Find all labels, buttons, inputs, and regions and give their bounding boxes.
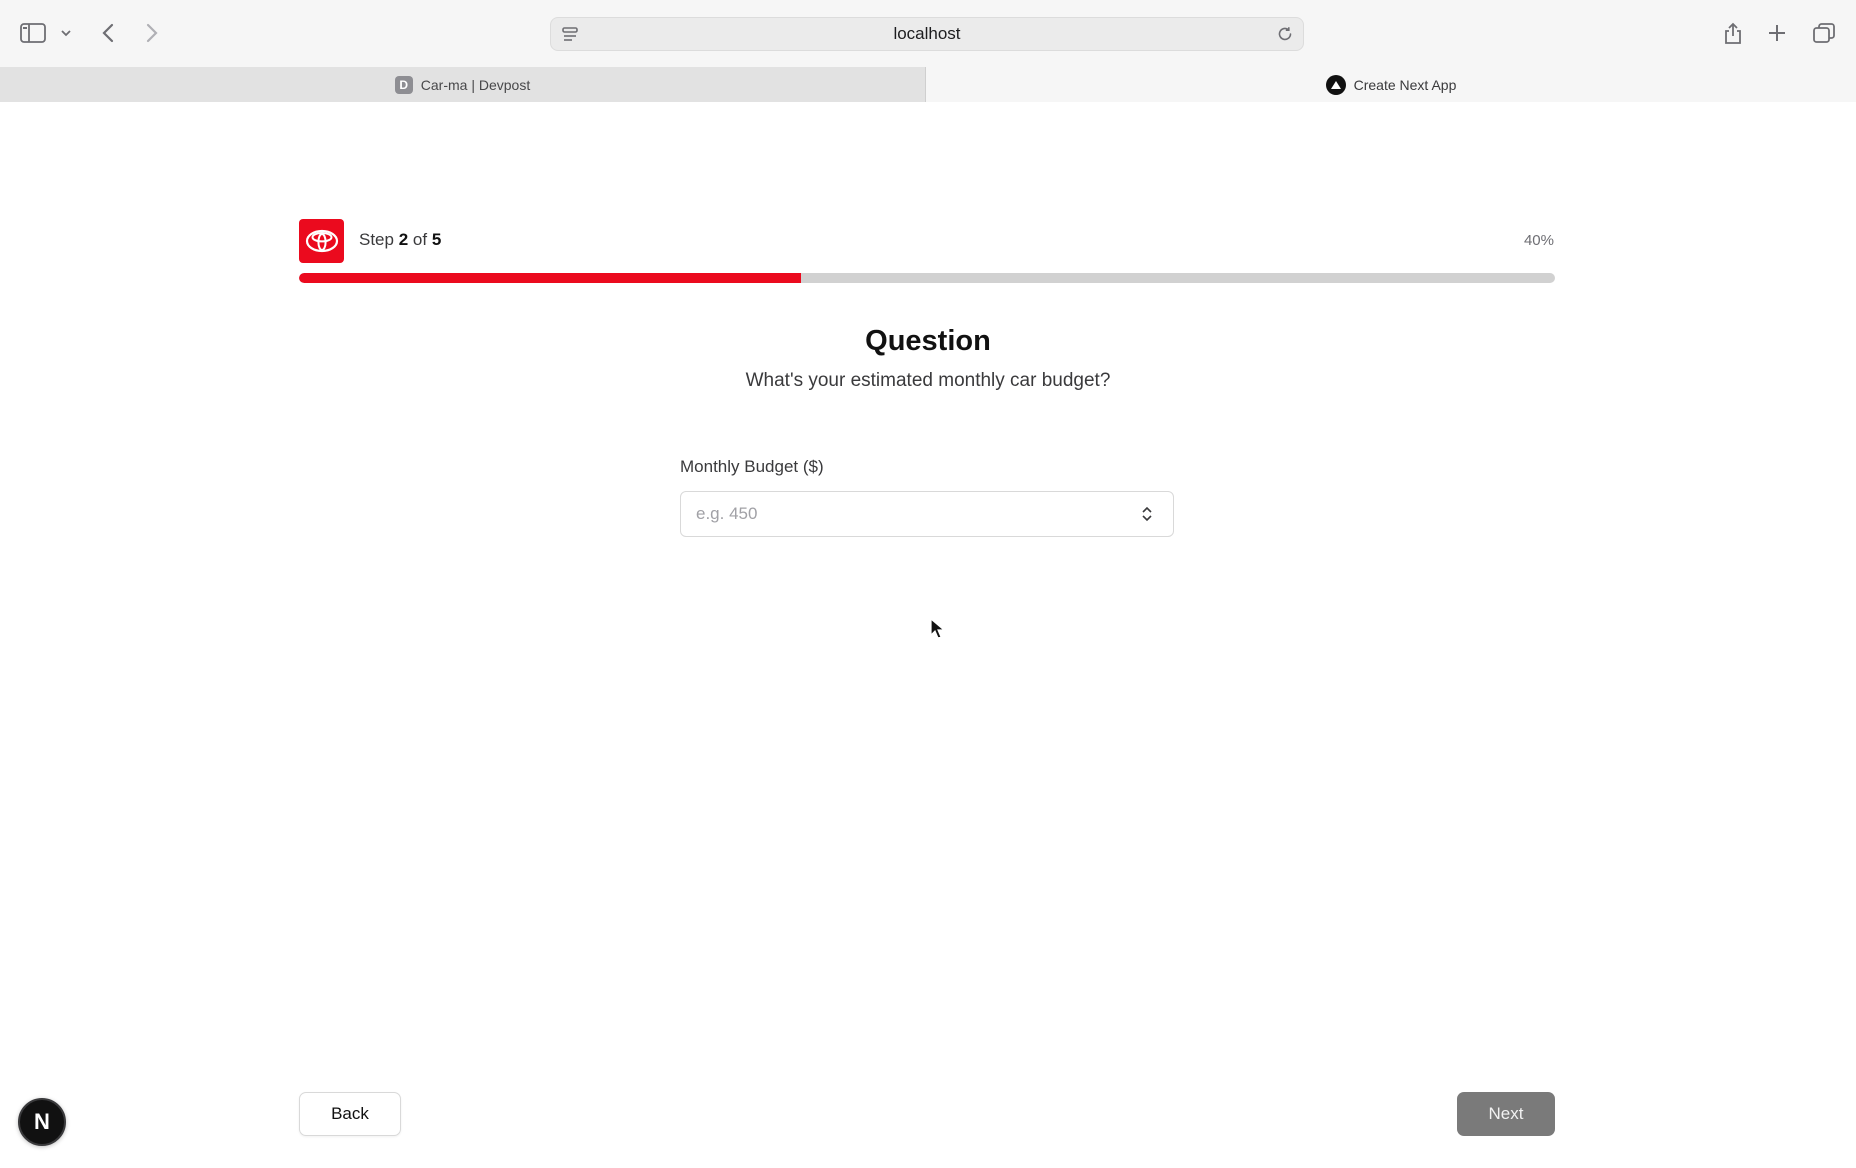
- step-of: of: [412, 230, 428, 249]
- tab-label: Create Next App: [1353, 76, 1457, 93]
- monthly-budget-label: Monthly Budget ($): [680, 457, 824, 476]
- mouse-cursor-icon: [930, 617, 946, 645]
- step-word: Step: [359, 230, 394, 249]
- monthly-budget-input[interactable]: [680, 491, 1174, 537]
- page-settings-icon[interactable]: [561, 26, 579, 49]
- toyota-logo-icon: [299, 219, 344, 263]
- share-icon[interactable]: [1720, 16, 1746, 50]
- next-button[interactable]: Next: [1457, 1092, 1555, 1136]
- plus-icon[interactable]: [1764, 16, 1790, 50]
- tab-devpost[interactable]: D Car-ma | Devpost: [0, 67, 926, 102]
- step-current: 2: [398, 230, 409, 249]
- progress-percent: 40%: [1523, 232, 1554, 249]
- step-total: 5: [431, 230, 442, 249]
- address-bar[interactable]: localhost: [550, 17, 1304, 51]
- progress-bar-fill: [299, 273, 802, 283]
- page-content: Step 2 of 5 40% Question What's your est…: [0, 102, 1856, 1168]
- number-stepper-icon[interactable]: [1141, 504, 1153, 529]
- question-title: Question: [865, 325, 991, 357]
- nextjs-dev-indicator[interactable]: N: [18, 1098, 66, 1146]
- nextjs-favicon-icon: [1325, 74, 1346, 95]
- chevron-left-icon[interactable]: [96, 16, 120, 50]
- back-button[interactable]: Back: [299, 1092, 401, 1136]
- reload-icon[interactable]: [1276, 25, 1294, 48]
- sidebar-toggle-icon[interactable]: [18, 16, 48, 50]
- tab-bar: D Car-ma | Devpost Create Next App: [0, 67, 1856, 102]
- chevron-down-icon[interactable]: [58, 16, 74, 50]
- devpost-favicon-icon: D: [394, 75, 413, 94]
- tab-label: Car-ma | Devpost: [420, 76, 531, 93]
- chevron-right-icon[interactable]: [140, 16, 164, 50]
- browser-toolbar: localhost: [0, 0, 1856, 67]
- step-indicator: Step 2 of 5: [359, 230, 441, 250]
- question-subtitle: What's your estimated monthly car budget…: [745, 370, 1111, 391]
- progress-bar: [299, 273, 1555, 283]
- tab-create-next-app[interactable]: Create Next App: [926, 67, 1856, 102]
- tabs-overview-icon[interactable]: [1810, 16, 1838, 50]
- address-text: localhost: [893, 24, 961, 43]
